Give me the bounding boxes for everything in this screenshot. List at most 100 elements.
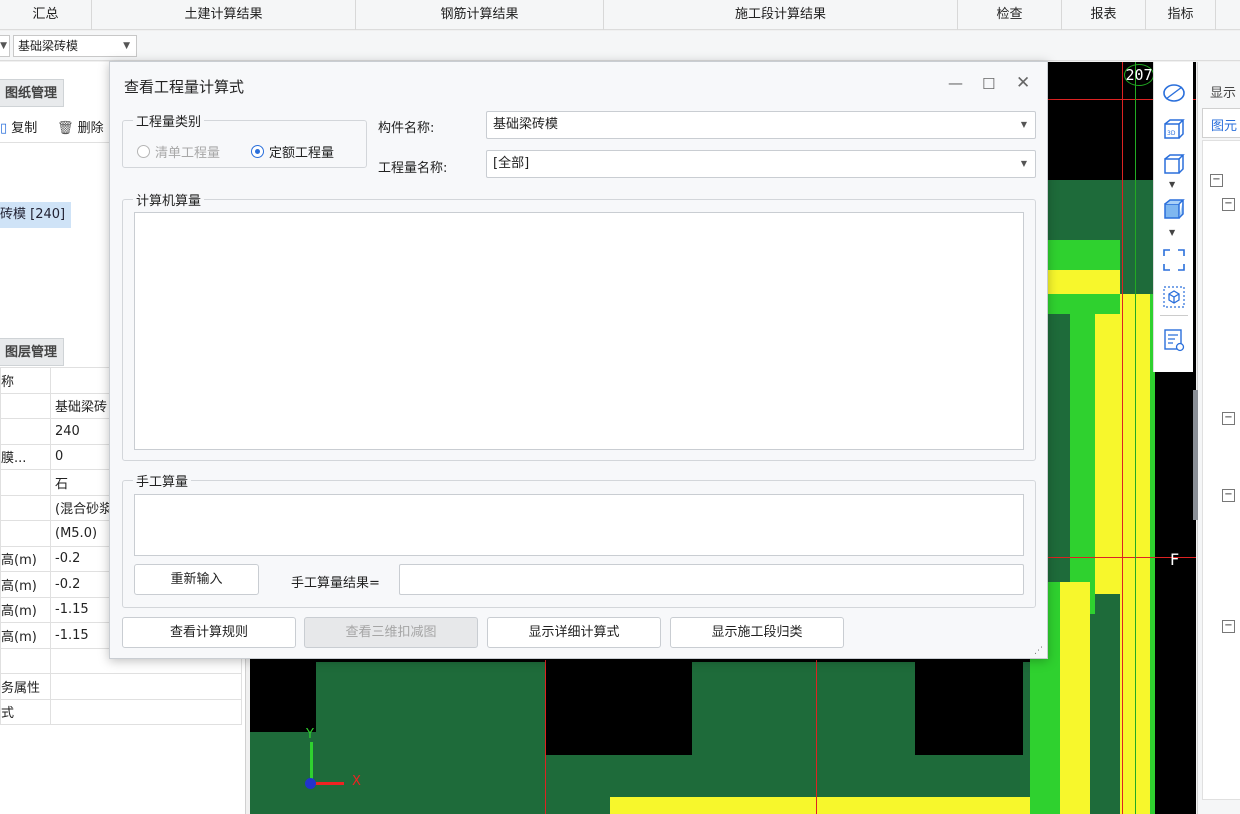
close-icon[interactable]: ✕	[1016, 73, 1030, 93]
ribbon-group-report[interactable]: 报表	[1062, 0, 1146, 30]
ribbon-group-check[interactable]: 检查	[958, 0, 1062, 30]
left-combo-stub[interactable]: ▼	[0, 35, 10, 57]
ribbon-bar: 汇总 土建计算结果 钢筋计算结果 施工段计算结果 检查 报表 指标	[0, 0, 1240, 30]
collapse-icon[interactable]: −	[1222, 412, 1235, 425]
property-row[interactable]: 式	[0, 698, 242, 725]
qty-type-group: 工程量类别 清单工程量 定额工程量	[122, 111, 367, 168]
property-key	[0, 520, 51, 547]
x-axis-line	[312, 782, 344, 785]
chevron-down-icon: ▼	[1020, 159, 1027, 168]
copy-label: 复制	[11, 121, 38, 136]
radio-selected-icon	[251, 145, 264, 158]
ribbon-group-rebar-results[interactable]: 钢筋计算结果	[356, 0, 604, 30]
property-value[interactable]	[50, 698, 242, 725]
radio-bill-qty: 清单工程量	[137, 142, 220, 161]
property-key	[0, 418, 51, 445]
manual-result-label: 手工算量结果=	[291, 576, 380, 591]
view-toolbar: 3D ▼ ▼	[1153, 62, 1193, 372]
ribbon-group-index[interactable]: 指标	[1146, 0, 1216, 30]
panel-splitter[interactable]	[1193, 390, 1198, 520]
cube-3d-icon[interactable]: 3D	[1161, 117, 1187, 143]
property-key	[0, 647, 51, 674]
quantity-formula-dialog: 查看工程量计算式 — ☐ ✕ 工程量类别 清单工程量 定额工程量 构件名称: 基…	[109, 61, 1048, 659]
fit-view-icon[interactable]	[1161, 247, 1187, 273]
grid-line	[816, 660, 817, 814]
copy-button[interactable]: ▯ 复制	[0, 117, 37, 136]
collapse-icon[interactable]: −	[1222, 489, 1235, 502]
element-tree[interactable]	[1202, 140, 1240, 800]
tab-elements-box[interactable]: 图元	[1202, 108, 1240, 138]
property-key: 高(m)	[0, 571, 51, 598]
beam-strip	[1045, 240, 1120, 270]
manual-result-field[interactable]	[399, 564, 1024, 595]
tab-layer-management[interactable]: 图层管理	[0, 338, 65, 366]
qty-type-legend: 工程量类别	[133, 111, 205, 130]
tab-display[interactable]: 显示	[1210, 82, 1236, 101]
radio-circle-icon	[137, 145, 150, 158]
computer-calc-legend: 计算机算量	[133, 190, 205, 209]
component-toolbar: ▼ 基础梁砖模 ▼	[0, 31, 1240, 61]
show-stage-category-button[interactable]: 显示施工段归类	[670, 617, 844, 648]
computer-calc-output[interactable]	[134, 212, 1024, 450]
chevron-down-icon[interactable]: ▼	[1169, 180, 1175, 189]
y-axis-label: Y	[306, 727, 314, 742]
property-key	[0, 392, 51, 419]
svg-text:3D: 3D	[1167, 130, 1176, 137]
grid-line	[1135, 62, 1136, 814]
component-combo[interactable]: 基础梁砖模 ▼	[13, 35, 137, 57]
collapse-icon[interactable]: −	[1210, 174, 1223, 187]
view-calc-rules-button[interactable]: 查看计算规则	[122, 617, 296, 648]
select-cube-icon[interactable]	[1161, 284, 1187, 310]
manual-calc-input[interactable]	[134, 494, 1024, 556]
property-key: 称	[0, 367, 51, 394]
property-key: 高(m)	[0, 596, 51, 623]
radio-quota-qty[interactable]: 定额工程量	[251, 142, 334, 161]
property-value[interactable]	[50, 673, 242, 700]
ribbon-group-summary[interactable]: 汇总	[0, 0, 92, 30]
reenter-button[interactable]: 重新输入	[134, 564, 259, 595]
tab-drawing-management[interactable]: 图纸管理	[0, 79, 65, 107]
resize-grip-icon[interactable]: ⋰	[1034, 646, 1043, 656]
grid-line	[545, 660, 546, 814]
slab-region	[610, 762, 1030, 797]
component-name-select[interactable]: 基础梁砖模 ▼	[486, 111, 1036, 139]
radio-bill-label: 清单工程量	[155, 146, 221, 161]
display-settings-icon[interactable]	[1161, 327, 1187, 353]
maximize-icon[interactable]: ☐	[982, 75, 995, 93]
radio-quota-label: 定额工程量	[269, 146, 335, 161]
orbit-icon[interactable]	[1161, 80, 1187, 106]
delete-label: 删除	[77, 121, 104, 136]
qty-name-select[interactable]: [全部] ▼	[486, 150, 1036, 178]
component-combo-value: 基础梁砖模	[18, 39, 79, 53]
chevron-down-icon[interactable]: ▼	[1169, 228, 1175, 237]
cube-outline-icon[interactable]	[1161, 152, 1187, 178]
qty-name-label: 工程量名称:	[378, 161, 448, 176]
beam-strip	[1070, 314, 1095, 614]
property-key: 式	[0, 698, 51, 725]
property-key: 膜...	[0, 443, 51, 470]
slab-region	[310, 662, 550, 814]
show-detail-formula-button[interactable]: 显示详细计算式	[487, 617, 661, 648]
property-row[interactable]: 务属性	[0, 673, 242, 700]
right-panel: 显示 图元 − − − − −	[1197, 62, 1240, 814]
property-key: 高(m)	[0, 622, 51, 649]
collapse-icon[interactable]: −	[1222, 620, 1235, 633]
minimize-icon[interactable]: —	[948, 74, 963, 92]
grid-line	[1122, 62, 1123, 814]
delete-button[interactable]: 🗑 删除	[57, 117, 104, 136]
ribbon-group-stage-results[interactable]: 施工段计算结果	[604, 0, 958, 30]
origin-point	[305, 778, 316, 789]
beam-strip	[1095, 314, 1120, 594]
divider	[1160, 315, 1188, 316]
collapse-icon[interactable]: −	[1222, 198, 1235, 211]
beam-strip	[1045, 294, 1120, 314]
dialog-title: 查看工程量计算式	[124, 78, 245, 96]
tree-item-selected[interactable]: 砖模 [240]	[0, 202, 72, 228]
qty-name-value: [全部]	[493, 156, 530, 171]
tab-elements: 图元	[1211, 119, 1238, 134]
copy-icon: ▯	[0, 121, 8, 136]
beam-strip	[1045, 270, 1120, 294]
ribbon-group-civil-results[interactable]: 土建计算结果	[92, 0, 356, 30]
cube-solid-icon[interactable]	[1161, 197, 1187, 223]
property-key	[0, 494, 51, 521]
